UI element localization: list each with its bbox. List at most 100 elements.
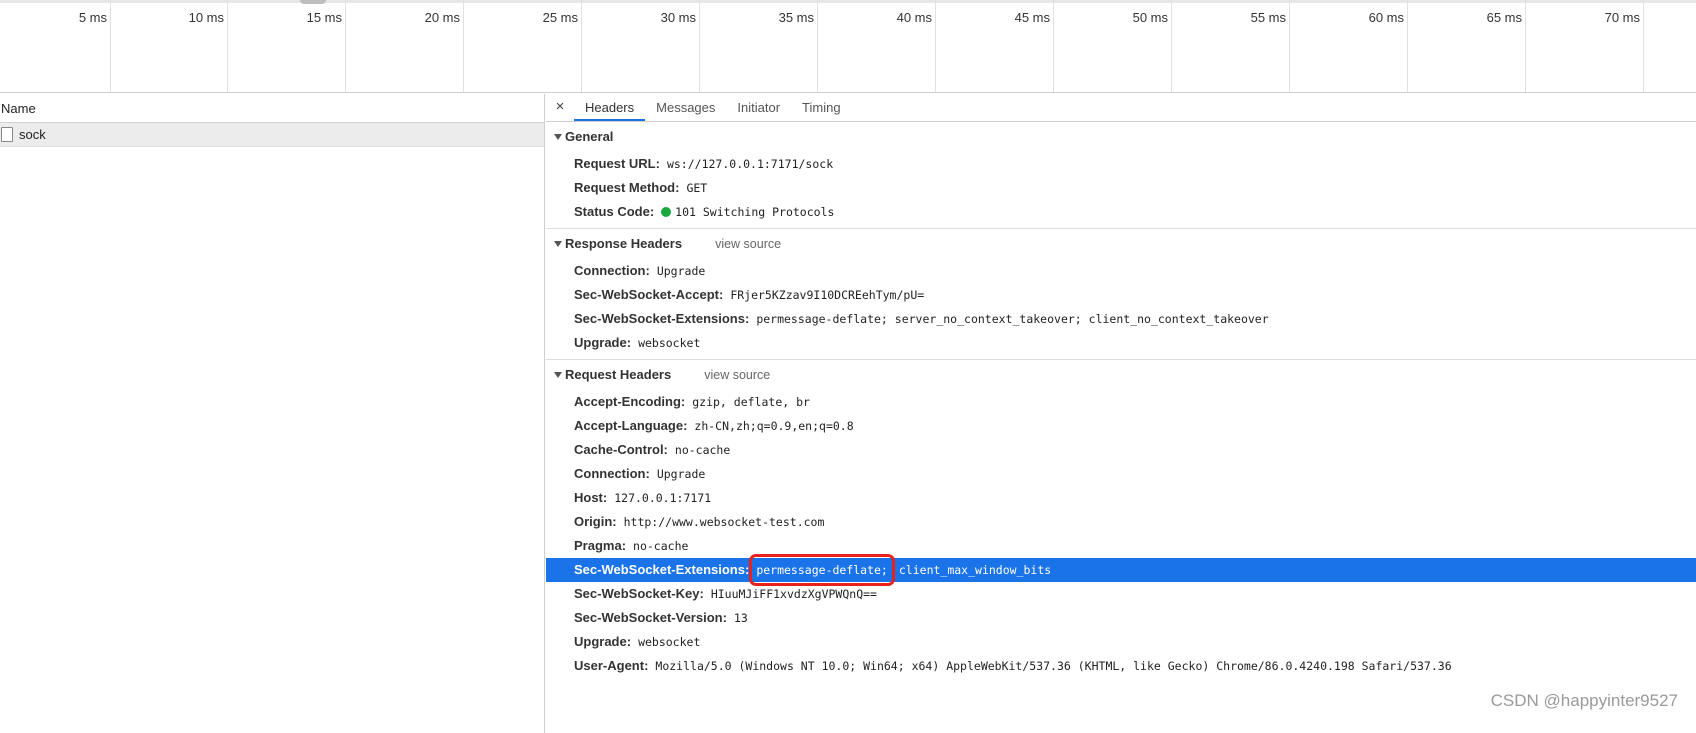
tab-headers[interactable]: Headers [574,94,646,121]
timeline-tick [1644,0,1696,92]
header-value: websocket [638,336,701,350]
header-value: Upgrade [656,467,706,481]
header-row: Host: 127.0.0.1:7171 [546,486,1696,510]
close-icon[interactable]: × [546,94,574,121]
header-row: User-Agent: Mozilla/5.0 (Windows NT 10.0… [546,654,1696,678]
header-value: http://www.websocket-test.com [623,515,825,529]
header-key: Connection: [574,466,650,481]
triangle-down-icon [554,241,562,247]
timeline-tick: 40 ms [818,0,936,92]
timeline-tick: 10 ms [111,0,228,92]
view-source-link[interactable]: view source [715,229,781,259]
tick-label: 20 ms [424,10,460,25]
header-key: Upgrade: [574,335,632,350]
header-value: permessage-deflate; server_no_context_ta… [756,312,1269,326]
tick-label: 60 ms [1368,10,1404,25]
header-value: 13 [733,611,748,625]
header-value: websocket [638,635,701,649]
tick-label: 65 ms [1486,10,1522,25]
timeline-tick: 20 ms [346,0,464,92]
request-row-sock[interactable]: sock [0,123,544,147]
triangle-down-icon [554,134,562,140]
timeline-tick: 45 ms [936,0,1054,92]
request-headers-toggle[interactable]: Request Headers view source [546,360,1696,390]
header-key: User-Agent: [574,658,649,673]
header-value: FRjer5KZzav9I10DCREehTym/pU= [730,288,925,302]
header-key: Sec-WebSocket-Version: [574,610,727,625]
timeline-overview[interactable]: 5 ms 10 ms 15 ms 20 ms 25 ms 30 ms 35 ms… [0,0,1696,93]
header-row: Accept-Encoding: gzip, deflate, br [546,390,1696,414]
timeline-tick: 55 ms [1172,0,1290,92]
header-key: Sec-WebSocket-Key: [574,586,704,601]
header-value: ws://127.0.0.1:7171/sock [666,157,834,171]
tick-label: 5 ms [78,10,107,25]
header-value: Upgrade [656,264,706,278]
response-headers-toggle[interactable]: Response Headers view source [546,229,1696,259]
header-row: Upgrade: websocket [546,331,1696,355]
header-key: Request Method: [574,180,680,195]
header-key: Host: [574,490,608,505]
tab-messages[interactable]: Messages [645,94,726,121]
tab-timing[interactable]: Timing [791,94,852,121]
tick-label: 70 ms [1604,10,1640,25]
view-source-link[interactable]: view source [704,360,770,390]
tick-label: 40 ms [896,10,932,25]
timeline-tick: 15 ms [228,0,346,92]
request-name: sock [19,127,46,142]
document-icon [1,127,13,142]
header-key: Sec-WebSocket-Accept: [574,287,724,302]
timeline-tick: 35 ms [700,0,818,92]
header-row: Request URL: ws://127.0.0.1:7171/sock [546,152,1696,176]
header-key: Status Code: [574,204,655,219]
header-key: Sec-WebSocket-Extensions: [574,311,750,326]
header-row: Request Method: GET [546,176,1696,200]
watermark: CSDN @happyinter9527 [1490,691,1678,710]
header-key: Request URL: [574,156,660,171]
tick-label: 30 ms [660,10,696,25]
header-key: Cache-Control: [574,442,668,457]
general-section: General Request URL: ws://127.0.0.1:7171… [546,122,1696,229]
header-row: Status Code: 101 Switching Protocols [546,200,1696,224]
timeline-tick: 5 ms [0,0,111,92]
header-row: Pragma: no-cache [546,534,1696,558]
header-key: Pragma: [574,538,627,553]
header-value: HIuuMJiFF1xvdzXgVPWQnQ== [710,587,877,601]
header-row: Sec-WebSocket-Key: HIuuMJiFF1xvdzXgVPWQn… [546,582,1696,606]
header-value: 127.0.0.1:7171 [614,491,712,505]
request-details-panel: × Headers Messages Initiator Timing Gene… [546,94,1696,733]
header-row: Sec-WebSocket-Version: 13 [546,606,1696,630]
timeline-tick: 50 ms [1054,0,1172,92]
header-value: 101 Switching Protocols [675,205,835,219]
header-value: zh-CN,zh;q=0.9,en;q=0.8 [694,419,854,433]
tick-label: 45 ms [1014,10,1050,25]
header-row: Connection: Upgrade [546,259,1696,283]
header-key: Origin: [574,514,617,529]
header-row-selected[interactable]: Sec-WebSocket-Extensions: permessage-def… [546,553,1696,586]
triangle-down-icon [554,372,562,378]
status-dot-icon [661,207,672,217]
timeline-tick: 65 ms [1408,0,1526,92]
header-key: Connection: [574,263,650,278]
header-key: Accept-Encoding: [574,394,686,409]
header-value: no-cache [674,443,731,457]
name-column-header[interactable]: Name [0,94,544,123]
general-section-toggle[interactable]: General [546,122,1696,152]
header-row: Connection: Upgrade [546,462,1696,486]
tick-label: 25 ms [542,10,578,25]
tick-label: 35 ms [778,10,814,25]
tick-label: 55 ms [1250,10,1286,25]
annotation-red-box: permessage-deflate; [749,553,895,586]
tick-label: 15 ms [306,10,342,25]
tick-label: 50 ms [1132,10,1168,25]
header-value: Mozilla/5.0 (Windows NT 10.0; Win64; x64… [655,659,1452,673]
tab-initiator[interactable]: Initiator [726,94,791,121]
timeline-tick: 25 ms [464,0,582,92]
timeline-tick: 70 ms [1526,0,1644,92]
header-row: Sec-WebSocket-Extensions: permessage-def… [546,307,1696,331]
header-key: Upgrade: [574,634,632,649]
header-value: no-cache [633,539,689,553]
header-key: Sec-WebSocket-Extensions: [574,562,750,577]
header-value: client_max_window_bits [898,563,1052,577]
timeline-tick: 30 ms [582,0,700,92]
request-headers-section: Request Headers view source Accept-Encod… [546,360,1696,682]
